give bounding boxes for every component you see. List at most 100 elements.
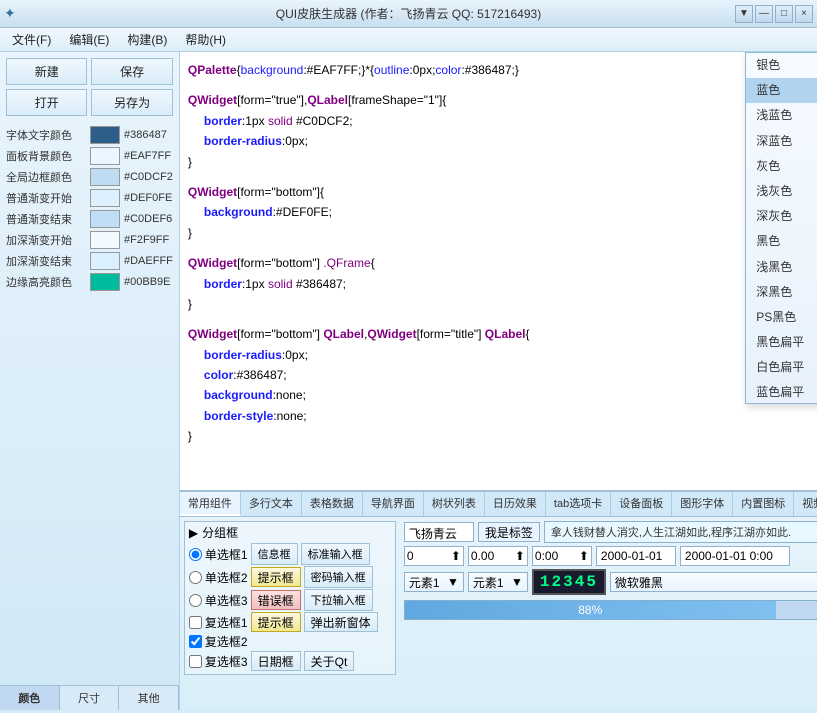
- color-label-deep-start: 加深渐变开始: [6, 232, 86, 248]
- color-value-grad-start: #DEF0FE: [124, 192, 172, 204]
- dropdown-item-lightgray[interactable]: 浅灰色: [746, 179, 817, 204]
- minimize-btn[interactable]: —: [755, 5, 773, 23]
- maximize-btn[interactable]: □: [775, 5, 793, 23]
- code-block-2: QWidget[form="true"],QLabel[frameShape="…: [188, 90, 817, 172]
- dropdown-item-blue[interactable]: 蓝色: [746, 78, 817, 103]
- tab-size[interactable]: 尺寸: [60, 686, 120, 710]
- tab-other[interactable]: 其他: [119, 686, 179, 710]
- property-tabs: 颜色 尺寸 其他: [0, 685, 179, 710]
- spin-2[interactable]: 0.00 ⬆: [468, 546, 528, 566]
- color-label-highlight: 边缘高亮颜色: [6, 274, 86, 290]
- check-label-1: 复选框1: [205, 614, 248, 631]
- left-panel: 新建 保存 打开 另存为 字体文字颜色 #386487 面板背景颜色 #EAF7…: [0, 52, 180, 710]
- check-row-2: 复选框2: [189, 633, 391, 650]
- color-swatch-font[interactable]: [90, 126, 120, 144]
- code-area: QPalette{background:#EAF7FF;}*{outline:0…: [180, 52, 817, 490]
- spin-3[interactable]: 0:00 ⬆: [532, 546, 592, 566]
- dropdown-input-button[interactable]: 下拉输入框: [304, 589, 373, 611]
- is-label: 我是标签: [478, 522, 540, 542]
- color-label-panel: 面板背景颜色: [6, 148, 86, 164]
- action-buttons: 新建 保存 打开 另存为: [0, 52, 179, 122]
- dropdown-item-psblack[interactable]: PS黑色: [746, 305, 817, 330]
- open-button[interactable]: 打开: [6, 89, 87, 116]
- hint-button[interactable]: 提示框: [251, 567, 301, 587]
- color-value-highlight: #00BB9E: [124, 276, 170, 288]
- info-button[interactable]: 信息框: [251, 543, 298, 565]
- radio-2[interactable]: [189, 571, 202, 584]
- color-swatch-deep-end[interactable]: [90, 252, 120, 270]
- dropdown-item-darkblack[interactable]: 深黑色: [746, 280, 817, 305]
- lcd-display: 12345: [532, 569, 606, 595]
- spin-1[interactable]: 0 ⬆: [404, 546, 464, 566]
- dropdown-item-flatwhite[interactable]: 白色扁平: [746, 355, 817, 380]
- menu-build[interactable]: 构建(B): [119, 30, 175, 50]
- comp-tab-nav[interactable]: 导航界面: [363, 492, 424, 516]
- font-combo[interactable]: 微软雅黑 ▼: [610, 572, 817, 592]
- color-swatch-deep-start[interactable]: [90, 231, 120, 249]
- tab-color[interactable]: 颜色: [0, 686, 60, 710]
- dropdown-item-gray[interactable]: 灰色: [746, 154, 817, 179]
- comp-tab-multiline[interactable]: 多行文本: [241, 492, 302, 516]
- checkbox-3[interactable]: [189, 655, 202, 668]
- comp-tab-calendar[interactable]: 日历效果: [485, 492, 546, 516]
- about-button[interactable]: 关于Qt: [304, 651, 355, 671]
- group-title: ▶ 分组框: [189, 524, 391, 541]
- comp-row-1: 飞扬青云 我是标签 拿人钱财替人消灾,人生江湖如此,程序江湖亦如此.: [404, 521, 817, 543]
- checkbox-2[interactable]: [189, 635, 202, 648]
- dropdown-btn[interactable]: ▼: [735, 5, 753, 23]
- std-input-button[interactable]: 标准输入框: [301, 543, 370, 565]
- pwd-input-button[interactable]: 密码输入框: [304, 566, 373, 588]
- comp-tab-table[interactable]: 表格数据: [302, 492, 363, 516]
- color-swatch-highlight[interactable]: [90, 273, 120, 291]
- dropdown-item-black[interactable]: 黑色: [746, 229, 817, 254]
- color-row-deep-end: 加深渐变结束 #DAEFFF: [6, 252, 173, 270]
- comp-tab-device[interactable]: 设备面板: [611, 492, 672, 516]
- dropdown-item-flatblack[interactable]: 黑色扁平: [746, 330, 817, 355]
- hint-button-2[interactable]: 提示框: [251, 612, 301, 632]
- color-swatch-grad-end[interactable]: [90, 210, 120, 228]
- color-swatch-panel[interactable]: [90, 147, 120, 165]
- dropdown-item-darkblue[interactable]: 深蓝色: [746, 129, 817, 154]
- color-swatch-border[interactable]: [90, 168, 120, 186]
- date-picker-1[interactable]: 2000-01-01: [596, 546, 676, 566]
- dropdown-item-flatblue[interactable]: 蓝色扁平: [746, 380, 817, 403]
- new-button[interactable]: 新建: [6, 58, 87, 85]
- color-row-deep-start: 加深渐变开始 #F2F9FF: [6, 231, 173, 249]
- comp-tab-video[interactable]: 视频监控: [794, 492, 817, 516]
- comp-tab-icon[interactable]: 内置图标: [733, 492, 794, 516]
- combo-1[interactable]: 元素1 ▼: [404, 572, 464, 592]
- skin-dropdown: 银色 蓝色 浅蓝色 深蓝色 灰色 浅灰色 深灰色 黑色 浅黑色 深黑色 PS黑色…: [745, 52, 817, 404]
- menu-file[interactable]: 文件(F): [4, 30, 59, 50]
- dropdown-item-darkgray[interactable]: 深灰色: [746, 204, 817, 229]
- dropdown-item-lightblack[interactable]: 浅黑色: [746, 255, 817, 280]
- error-button[interactable]: 错误框: [251, 590, 301, 610]
- dropdown-item-silver[interactable]: 银色: [746, 53, 817, 78]
- dropdown-item-lightblue[interactable]: 浅蓝色: [746, 103, 817, 128]
- color-swatch-grad-start[interactable]: [90, 189, 120, 207]
- color-value-deep-end: #DAEFFF: [124, 255, 173, 267]
- combo-2[interactable]: 元素1 ▼: [468, 572, 528, 592]
- color-value-deep-start: #F2F9FF: [124, 234, 169, 246]
- color-value-panel: #EAF7FF: [124, 150, 171, 162]
- popup-button[interactable]: 弹出新窗体: [304, 612, 378, 632]
- comp-tab-common[interactable]: 常用组件: [180, 492, 241, 516]
- save-as-button[interactable]: 另存为: [91, 89, 172, 116]
- group-box: ▶ 分组框 单选框1 信息框 标准输入框 单选框2 提示框: [184, 521, 396, 675]
- window-controls: ▼ — □ ×: [735, 5, 813, 23]
- radio-1[interactable]: [189, 548, 202, 561]
- comp-tab-tree[interactable]: 树状列表: [424, 492, 485, 516]
- radio-3[interactable]: [189, 594, 202, 607]
- comp-row-2: 0 ⬆ 0.00 ⬆ 0:00 ⬆ 2000-01-01 2000-01-01 …: [404, 546, 817, 566]
- checkbox-1[interactable]: [189, 616, 202, 629]
- menu-edit[interactable]: 编辑(E): [61, 30, 117, 50]
- comp-tab-font[interactable]: 图形字体: [672, 492, 733, 516]
- close-btn[interactable]: ×: [795, 5, 813, 23]
- menu-help[interactable]: 帮助(H): [177, 30, 234, 50]
- date-button[interactable]: 日期框: [251, 651, 301, 671]
- window-title: QUI皮肤生成器 (作者：飞扬青云 QQ: 517216493): [276, 5, 541, 22]
- comp-tab-tabwidget[interactable]: tab选项卡: [546, 492, 611, 516]
- save-button[interactable]: 保存: [91, 58, 172, 85]
- color-row-font: 字体文字颜色 #386487: [6, 126, 173, 144]
- color-value-grad-end: #C0DEF6: [124, 213, 172, 225]
- datetime-picker[interactable]: 2000-01-01 0:00: [680, 546, 790, 566]
